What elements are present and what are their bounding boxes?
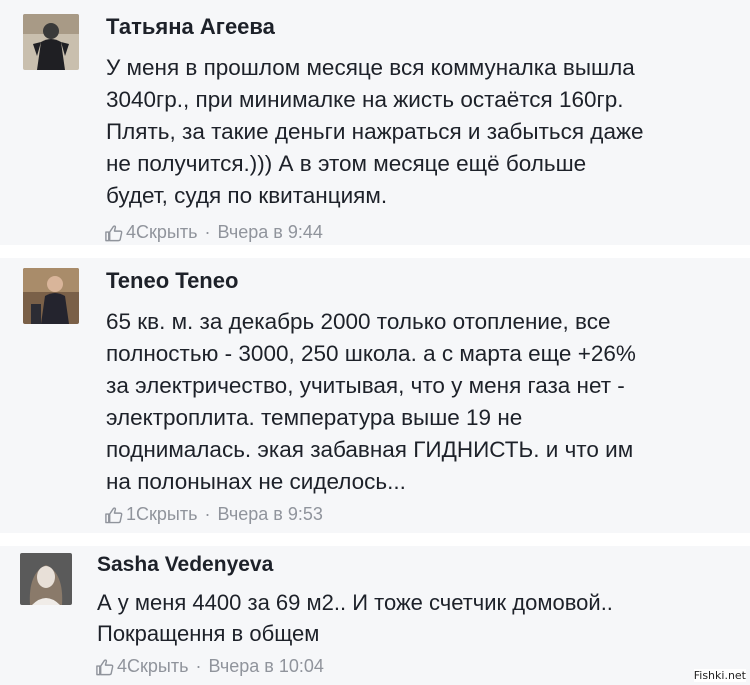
hide-link[interactable]: Скрыть [127, 656, 188, 677]
comment-author[interactable]: Teneo Teneo [106, 268, 238, 294]
comment-line: Плять, за такие деньги нажраться и забыт… [106, 119, 644, 144]
thumbs-up-icon[interactable] [104, 506, 123, 524]
watermark: Fishki.net [693, 669, 746, 682]
timestamp[interactable]: Вчера в 9:44 [217, 222, 322, 243]
separator: · [204, 504, 211, 524]
avatar[interactable] [20, 553, 72, 605]
separator: · [195, 656, 202, 676]
like-count: 4 [126, 222, 137, 242]
timestamp[interactable]: Вчера в 9:53 [217, 504, 322, 525]
comment-line: за электричество, учитывая, что у меня г… [106, 373, 625, 398]
avatar[interactable] [23, 268, 79, 324]
avatar[interactable] [23, 14, 79, 70]
hide-link[interactable]: Скрыть [136, 222, 197, 243]
comment-line: 65 кв. м. за декабрь 2000 только отоплен… [106, 309, 611, 334]
comment-line: на полонынах не сиделось... [106, 469, 406, 494]
comment-line: 3040гр., при минималке на жисть остаётся… [106, 87, 624, 112]
like-count: 1 [126, 504, 137, 524]
comment-line: будет, судя по квитанциям. [106, 183, 388, 208]
comment-line: поднималась. экая забавная ГИДНИСТЬ. и ч… [106, 437, 634, 462]
comment-text: А у меня 4400 за 69 м2.. И тоже счетчик … [97, 587, 727, 649]
comment-line: не получится.))) А в этом месяце ещё бол… [106, 151, 587, 176]
like-count: 4 [117, 656, 128, 676]
comment-meta: 4 Скрыть · Вчера в 9:44 [104, 222, 323, 243]
thumbs-up-icon[interactable] [104, 224, 123, 242]
comment-meta: 4 Скрыть · Вчера в 10:04 [95, 656, 324, 677]
comment-line: электроплита. температура выше 19 не [106, 405, 523, 430]
thumbs-up-icon[interactable] [95, 658, 114, 676]
comment-text: 65 кв. м. за декабрь 2000 только отоплен… [106, 306, 736, 498]
comment-author[interactable]: Sasha Vedenyeva [97, 553, 273, 577]
comment-line: У меня в прошлом месяце вся коммуналка в… [106, 55, 635, 80]
separator: · [204, 222, 211, 242]
comment-meta: 1 Скрыть · Вчера в 9:53 [104, 504, 323, 525]
comment-text: У меня в прошлом месяце вся коммуналка в… [106, 52, 736, 212]
comment-line: полностью - 3000, 250 школа. а с марта е… [106, 341, 636, 366]
comment-line: Покращення в общем [97, 621, 320, 646]
comment-author[interactable]: Татьяна Агеева [106, 14, 275, 40]
timestamp[interactable]: Вчера в 10:04 [208, 656, 323, 677]
hide-link[interactable]: Скрыть [136, 504, 197, 525]
comment-line: А у меня 4400 за 69 м2.. И тоже счетчик … [97, 590, 613, 615]
